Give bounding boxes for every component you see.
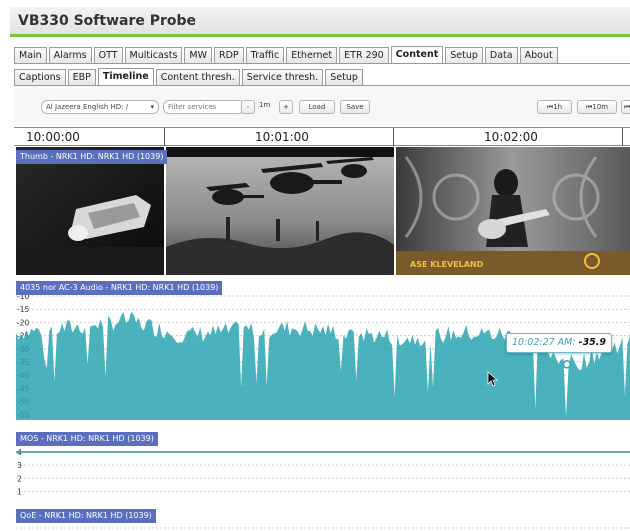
tooltip-value: -35.9 — [578, 337, 607, 348]
audio-axis-label: -20 — [17, 318, 29, 327]
subtab-ebp[interactable]: EBP — [67, 69, 96, 86]
tab-rdp[interactable]: RDP — [214, 47, 244, 64]
timeline-controls: Al Jazeera English HD: / ▾ Filter service… — [14, 86, 630, 126]
tab-about[interactable]: About — [519, 47, 558, 64]
save-button[interactable]: Save — [340, 100, 370, 114]
app-title: VB330 Software Probe — [10, 7, 630, 37]
mos-axis-label: 3 — [17, 461, 22, 470]
thumbnail-3[interactable]: ASE KLEVELAND — [396, 147, 630, 275]
mos-lane-label: MOS - NRK1 HD: NRK1 HD (1039) — [16, 432, 158, 446]
chevron-down-icon: ▾ — [150, 103, 154, 111]
tooltip-time: 10:02:27 AM: — [512, 337, 576, 348]
time-tick-line — [164, 128, 165, 146]
zoom-out-button[interactable]: - — [241, 100, 255, 114]
filter-services-input[interactable]: Filter services — [163, 100, 245, 114]
main-tab-divider — [14, 63, 630, 64]
thumb-lane-label: Thumb - NRK1 HD: NRK1 HD (1039) — [16, 150, 168, 164]
tab-multicasts[interactable]: Multicasts — [124, 47, 183, 64]
back-10m-button[interactable]: ⏮10m — [577, 100, 617, 114]
mos-axis-label: 1 — [17, 487, 22, 496]
audio-axis-label: -15 — [17, 305, 29, 314]
tab-setup[interactable]: Setup — [445, 47, 483, 64]
service-select-value: Al Jazeera English HD: / — [46, 103, 129, 111]
astronaut-thumbnail-image — [16, 147, 164, 275]
mouse-cursor-icon — [487, 371, 499, 387]
service-select[interactable]: Al Jazeera English HD: / ▾ — [41, 100, 159, 114]
subtab-captions[interactable]: Captions — [14, 69, 66, 86]
tab-ott[interactable]: OTT — [93, 47, 123, 64]
audio-level-area — [16, 311, 630, 420]
load-button[interactable]: Load — [299, 100, 335, 114]
time-axis[interactable]: 10:00:00 10:01:00 10:02:00 — [14, 127, 630, 146]
subtab-setup[interactable]: Setup — [325, 69, 363, 86]
subtab-timeline[interactable]: Timeline — [97, 68, 154, 86]
audio-lane-label: 4035 nor AC-3 Audio - NRK1 HD: NRK1 HD (… — [16, 281, 223, 295]
audio-data-point — [562, 360, 572, 369]
time-tick-line — [622, 128, 623, 146]
guitarist-thumbnail-image: ASE KLEVELAND — [396, 147, 630, 275]
back-more-button[interactable]: ⏮ — [621, 100, 630, 114]
time-tick: 10:01:00 — [255, 130, 309, 144]
main-tab-bar: Main Alarms OTT Multicasts MW RDP Traffic Ether… — [14, 46, 630, 64]
helicopter-thumbnail-image — [166, 147, 394, 275]
back-1h-button[interactable]: ⏮1h — [537, 100, 572, 114]
time-tick: 10:02:00 — [484, 130, 538, 144]
audio-tooltip: 10:02:27 AM: -35.9 — [506, 333, 613, 353]
qoe-lane-label: QoE - NRK1 HD: NRK1 HD (1039) — [16, 509, 156, 523]
zoom-level: 1m — [259, 101, 271, 109]
tab-content[interactable]: Content — [390, 46, 444, 64]
tab-ethernet[interactable]: Ethernet — [286, 47, 338, 64]
tab-main[interactable]: Main — [14, 47, 47, 64]
time-tick-line — [393, 128, 394, 146]
time-tick: 10:00:00 — [26, 130, 80, 144]
thumbnail-strip: ASE KLEVELAND — [16, 147, 630, 275]
subtab-service-thresh[interactable]: Service thresh. — [241, 69, 324, 86]
tab-data[interactable]: Data — [484, 47, 518, 64]
sub-tab-bar: Captions EBP Timeline Content thresh. Servic… — [14, 68, 630, 86]
thumbnail-2[interactable] — [166, 147, 394, 275]
tab-alarms[interactable]: Alarms — [48, 47, 92, 64]
tab-traffic[interactable]: Traffic — [245, 47, 285, 64]
zoom-in-button[interactable]: + — [279, 100, 293, 114]
tab-mw[interactable]: MW — [184, 47, 212, 64]
subtab-content-thresh[interactable]: Content thresh. — [155, 69, 240, 86]
tab-etr-290[interactable]: ETR 290 — [339, 47, 389, 64]
mos-axis-label: 2 — [17, 474, 22, 483]
thumb-overlay-text: ASE KLEVELAND — [410, 260, 484, 269]
thumbnail-1[interactable] — [16, 147, 164, 275]
